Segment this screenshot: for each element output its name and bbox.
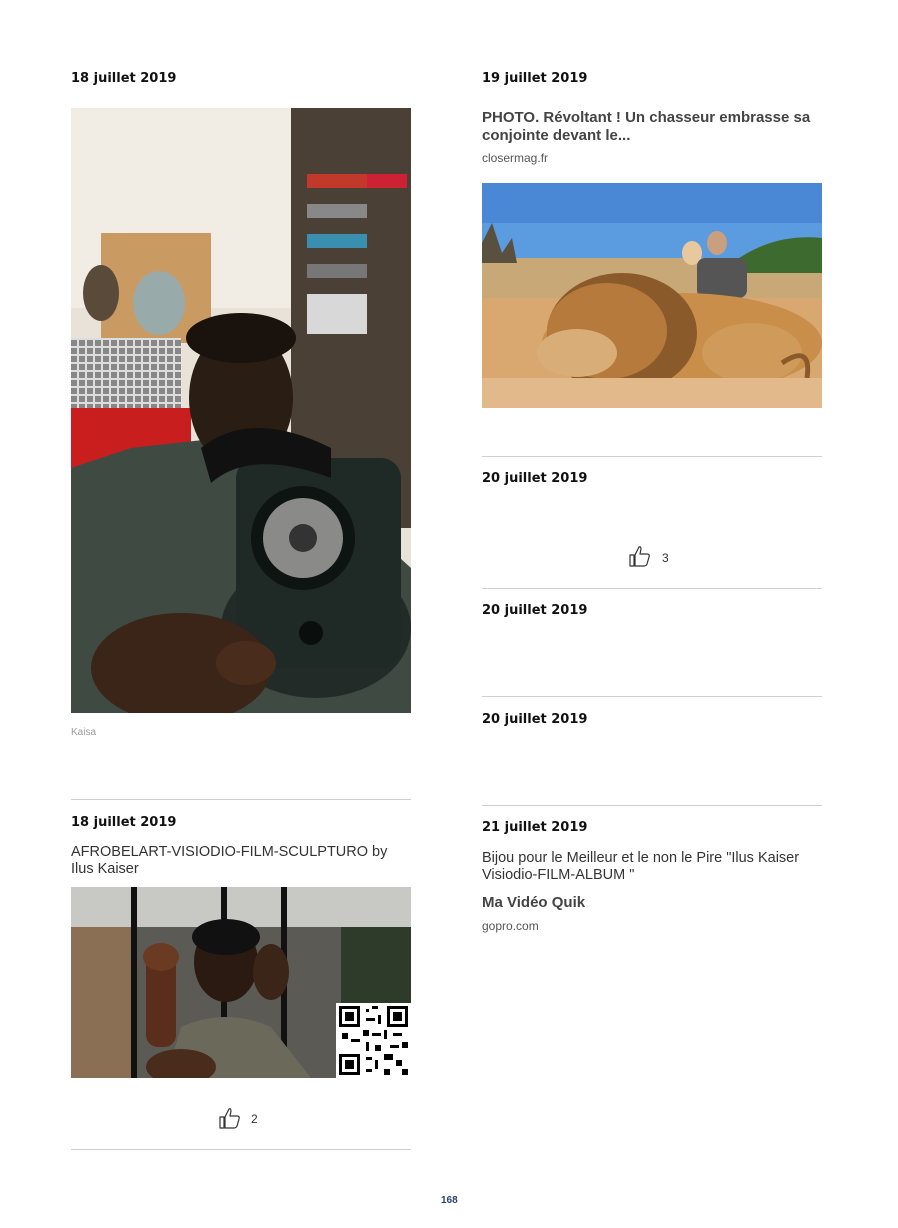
post-date: 20 juillet 2019 (482, 712, 588, 727)
post-image[interactable] (71, 108, 411, 713)
page-number: 168 (441, 1195, 458, 1206)
divider (482, 696, 822, 697)
thumbs-up-icon (629, 546, 650, 567)
qr-code-icon (336, 1003, 411, 1078)
image-caption: Kaisa (71, 727, 97, 738)
post-image[interactable] (71, 887, 411, 1078)
post-date: 20 juillet 2019 (482, 471, 588, 486)
divider (482, 588, 822, 589)
link-title[interactable]: Ma Vidéo Quik (482, 894, 585, 912)
like-count: 3 (662, 551, 669, 565)
divider (71, 799, 411, 800)
divider (71, 1149, 411, 1150)
post-date: 18 juillet 2019 (71, 815, 177, 830)
link-image[interactable] (482, 183, 822, 408)
post-text: AFROBELART-VISIODIO-FILM-SCULPTURO by Il… (71, 844, 388, 877)
post-text: Bijou pour le Meilleur et le non le Pire… (482, 850, 800, 883)
divider (482, 805, 822, 806)
post-date: 19 juillet 2019 (482, 71, 588, 86)
lion-savanna-photo (482, 183, 822, 408)
post-date: 21 juillet 2019 (482, 820, 588, 835)
link-title[interactable]: PHOTO. Révoltant ! Un chasseur embrasse … (482, 109, 822, 145)
like-count: 2 (251, 1112, 258, 1126)
like-button[interactable] (218, 1106, 242, 1134)
man-with-phone-photo (71, 108, 411, 713)
divider (482, 456, 822, 457)
post-date: 20 juillet 2019 (482, 603, 588, 618)
post-date: 18 juillet 2019 (71, 71, 177, 86)
link-source[interactable]: closermag.fr (482, 151, 548, 165)
like-button[interactable] (628, 544, 652, 572)
link-source[interactable]: gopro.com (482, 919, 539, 933)
thumbs-up-icon (219, 1108, 240, 1129)
